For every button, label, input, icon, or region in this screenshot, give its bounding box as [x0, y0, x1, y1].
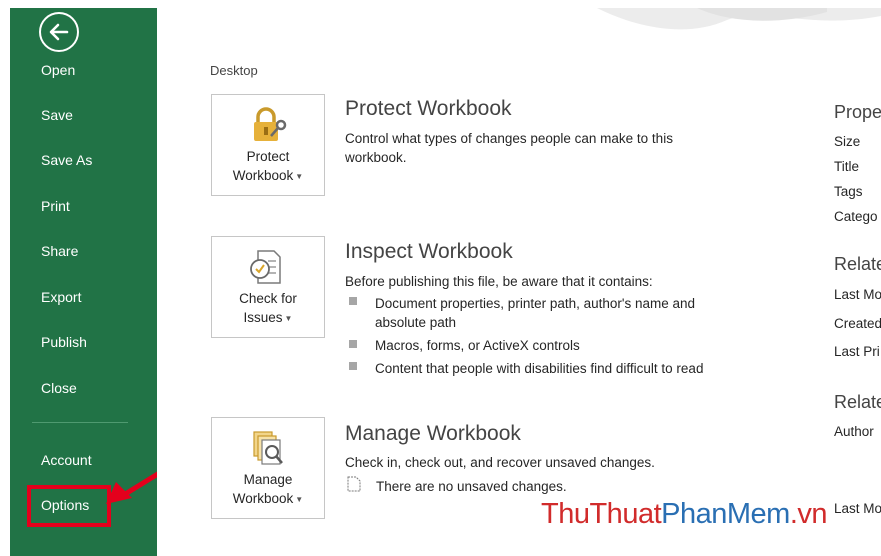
- nav-publish[interactable]: Publish: [41, 333, 87, 351]
- bullet-icon: [349, 362, 357, 370]
- chevron-down-icon: ▼: [284, 313, 293, 323]
- inspect-workbook-title: Inspect Workbook: [345, 240, 513, 263]
- nav-close[interactable]: Close: [41, 379, 77, 397]
- manage-workbook-title: Manage Workbook: [345, 422, 521, 445]
- nav-open[interactable]: Open: [41, 61, 75, 79]
- tile-line1: Check for: [239, 291, 297, 306]
- property-created: Created: [834, 316, 881, 331]
- inspect-document-icon: [250, 250, 281, 284]
- info-pane: Desktop Protect Workbook ▼ Protect Workbo…: [157, 8, 881, 556]
- inspect-bullet: Document properties, printer path, autho…: [375, 296, 696, 330]
- nav-save-as[interactable]: Save As: [41, 151, 92, 169]
- document-icon: [347, 476, 361, 492]
- protect-workbook-title: Protect Workbook: [345, 97, 512, 120]
- nav-account[interactable]: Account: [41, 451, 92, 469]
- nav-export[interactable]: Export: [41, 288, 81, 306]
- nav-share[interactable]: Share: [41, 242, 78, 260]
- back-arrow-icon[interactable]: [39, 12, 79, 52]
- check-for-issues-button[interactable]: Check for Issues ▼: [211, 236, 325, 338]
- tile-line2: Workbook: [232, 168, 294, 183]
- tile-line1: Protect: [246, 149, 290, 164]
- protect-workbook-description: Control what types of changes people can…: [345, 131, 673, 165]
- nav-separator: [32, 422, 128, 423]
- inspect-bullet: Content that people with disabilities fi…: [375, 361, 704, 376]
- bullet-icon: [349, 340, 357, 348]
- property-last-modified: Last Mo: [834, 287, 881, 302]
- property-size: Size: [834, 134, 861, 149]
- chevron-down-icon: ▼: [295, 171, 304, 181]
- inspect-workbook-description: Before publishing this file, be aware th…: [345, 274, 653, 289]
- property-author: Author: [834, 424, 874, 439]
- bullet-icon: [349, 297, 357, 305]
- manage-workbook-description: Check in, check out, and recover unsaved…: [345, 455, 655, 470]
- property-categories: Catego: [834, 209, 878, 224]
- options-highlight-box: [27, 485, 111, 527]
- tile-line1: Manage: [243, 472, 293, 487]
- tile-line2: Workbook: [232, 491, 294, 506]
- location-label: Desktop: [210, 63, 258, 78]
- manage-workbook-button[interactable]: Manage Workbook ▼: [211, 417, 325, 519]
- property-tags: Tags: [834, 184, 863, 199]
- protect-workbook-button[interactable]: Protect Workbook ▼: [211, 94, 325, 196]
- property-last-modified-by: Last Mo: [834, 501, 881, 516]
- property-last-printed: Last Pri: [834, 344, 880, 359]
- nav-print[interactable]: Print: [41, 197, 70, 215]
- related-dates-heading: Relate: [834, 254, 881, 274]
- watermark-text: ThuThuatPhanMem.vn: [541, 498, 828, 530]
- nav-save[interactable]: Save: [41, 106, 73, 124]
- manage-note: There are no unsaved changes.: [376, 479, 567, 494]
- chevron-down-icon: ▼: [295, 494, 304, 504]
- manage-documents-icon: [253, 431, 283, 465]
- properties-panel: Prope Size Title Tags Catego Relate Last…: [834, 8, 881, 556]
- tile-line2: Issues: [243, 310, 283, 325]
- lock-key-icon: [254, 107, 287, 141]
- properties-heading: Prope: [834, 102, 881, 122]
- inspect-bullet: Macros, forms, or ActiveX controls: [375, 338, 580, 353]
- property-title: Title: [834, 159, 860, 174]
- related-people-heading: Relate: [834, 392, 881, 412]
